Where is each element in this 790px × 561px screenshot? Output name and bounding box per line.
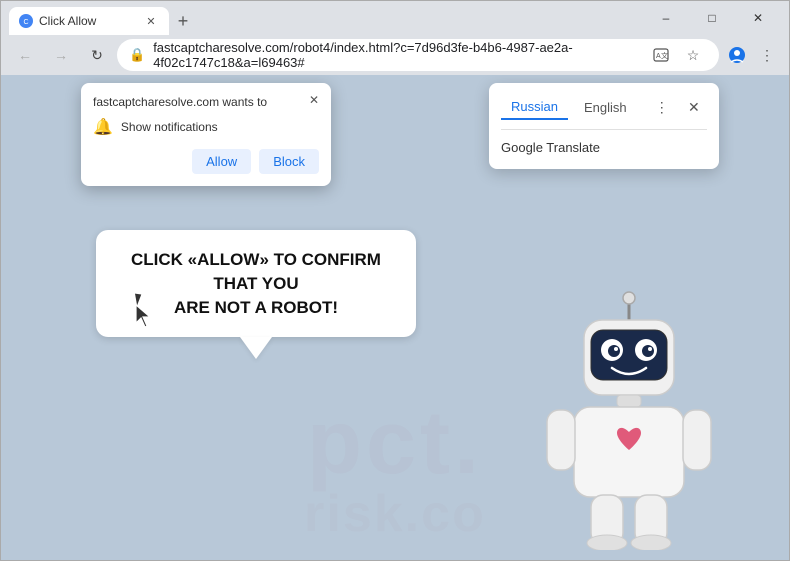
forward-button[interactable]: → [45, 39, 77, 71]
close-button[interactable]: ✕ [735, 1, 781, 35]
svg-text:文: 文 [661, 51, 668, 60]
tab-close-button[interactable]: ✕ [143, 13, 159, 29]
lock-icon: 🔒 [129, 47, 145, 63]
new-tab-button[interactable]: + [169, 7, 197, 35]
back-button[interactable]: ← [9, 39, 41, 71]
title-bar: C Click Allow ✕ + – □ ✕ [1, 1, 789, 35]
browser-content: pct. risk.co ✕ fastcaptcharesolve.com wa… [1, 75, 789, 560]
speech-line1: CLICK «ALLOW» TO CONFIRM THAT YOU [131, 250, 381, 293]
notification-domain: fastcaptcharesolve.com wants to [93, 95, 319, 109]
url-bar[interactable]: 🔒 fastcaptcharesolve.com/robot4/index.ht… [117, 39, 719, 71]
address-bar: ← → ↻ 🔒 fastcaptcharesolve.com/robot4/in… [1, 35, 789, 75]
menu-button[interactable]: ⋮ [753, 41, 781, 69]
bookmark-button[interactable]: ☆ [679, 41, 707, 69]
url-text: fastcaptcharesolve.com/robot4/index.html… [153, 40, 639, 70]
reload-button[interactable]: ↻ [81, 39, 113, 71]
tab-strip: C Click Allow ✕ + [9, 1, 197, 35]
translate-close-button[interactable]: ✕ [681, 93, 707, 121]
block-button[interactable]: Block [259, 149, 319, 174]
notification-popup: ✕ fastcaptcharesolve.com wants to 🔔 Show… [81, 83, 331, 186]
maximize-button[interactable]: □ [689, 1, 735, 35]
tab-title: Click Allow [39, 14, 137, 28]
tab-favicon: C [19, 14, 33, 28]
translate-icon-button[interactable]: A文 [647, 41, 675, 69]
speech-text: CLICK «ALLOW» TO CONFIRM THAT YOU ARE NO… [124, 248, 388, 319]
google-translate-item[interactable]: Google Translate [501, 136, 707, 159]
speech-bubble-wrapper: CLICK «ALLOW» TO CONFIRM THAT YOU ARE NO… [96, 230, 416, 337]
svg-text:C: C [23, 19, 28, 26]
speech-line2: ARE NOT A ROBOT! [174, 298, 338, 317]
allow-button[interactable]: Allow [192, 149, 251, 174]
bell-icon: 🔔 [93, 117, 113, 137]
notification-show-text: Show notifications [121, 120, 218, 134]
active-tab[interactable]: C Click Allow ✕ [9, 7, 169, 35]
russian-lang-button[interactable]: Russian [501, 95, 568, 120]
robot-character [529, 290, 729, 550]
translate-header: Russian English ⋮ ✕ [501, 93, 707, 121]
speech-bubble: CLICK «ALLOW» TO CONFIRM THAT YOU ARE NO… [96, 230, 416, 337]
translate-more-button[interactable]: ⋮ [649, 93, 675, 121]
browser-window: C Click Allow ✕ + – □ ✕ ← → ↻ 🔒 fastcapt… [0, 0, 790, 561]
profile-button[interactable] [723, 41, 751, 69]
minimize-button[interactable]: – [643, 1, 689, 35]
notification-row: 🔔 Show notifications [93, 117, 319, 137]
toolbar-right: ⋮ [723, 41, 781, 69]
notification-buttons: Allow Block [93, 149, 319, 174]
notification-close-button[interactable]: ✕ [305, 91, 323, 109]
translate-popup: Russian English ⋮ ✕ Google Translate [489, 83, 719, 169]
english-lang-button[interactable]: English [574, 96, 637, 119]
url-right-icons: A文 ☆ [647, 41, 707, 69]
translate-separator [501, 129, 707, 130]
window-controls: – □ ✕ [643, 1, 781, 35]
